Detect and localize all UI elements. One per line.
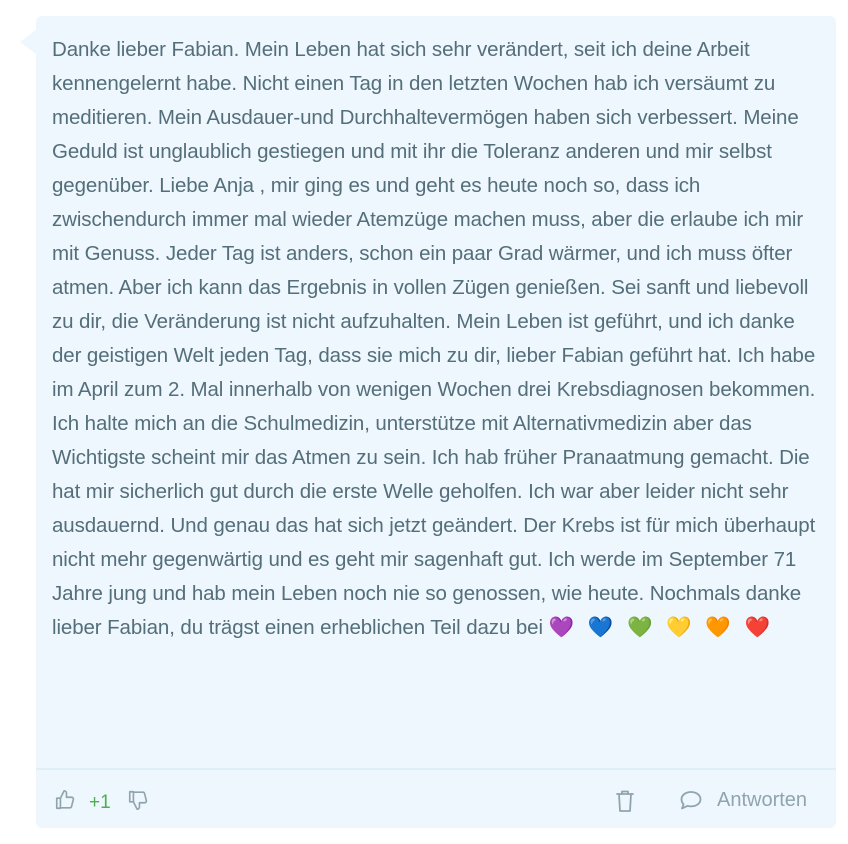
vote-count: +1: [89, 792, 111, 813]
reply-label: Antworten: [717, 789, 808, 811]
speech-bubble-icon: [680, 791, 702, 810]
comment-body-text: Danke lieber Fabian. Mein Leben hat sich…: [52, 38, 816, 639]
heart-emojis: 💜 💙 💚 💛 🧡 ❤️: [548, 616, 775, 639]
thumbs-up-icon[interactable]: [54, 789, 76, 811]
thumbs-down-icon[interactable]: [127, 789, 149, 811]
comment-actions: +1 Antworten: [36, 770, 836, 828]
comment-text: Danke lieber Fabian. Mein Leben hat sich…: [52, 33, 824, 645]
reply-button[interactable]: Antworten: [679, 785, 807, 815]
trash-icon[interactable]: [615, 789, 635, 813]
comment-card: Danke lieber Fabian. Mein Leben hat sich…: [20, 16, 836, 828]
